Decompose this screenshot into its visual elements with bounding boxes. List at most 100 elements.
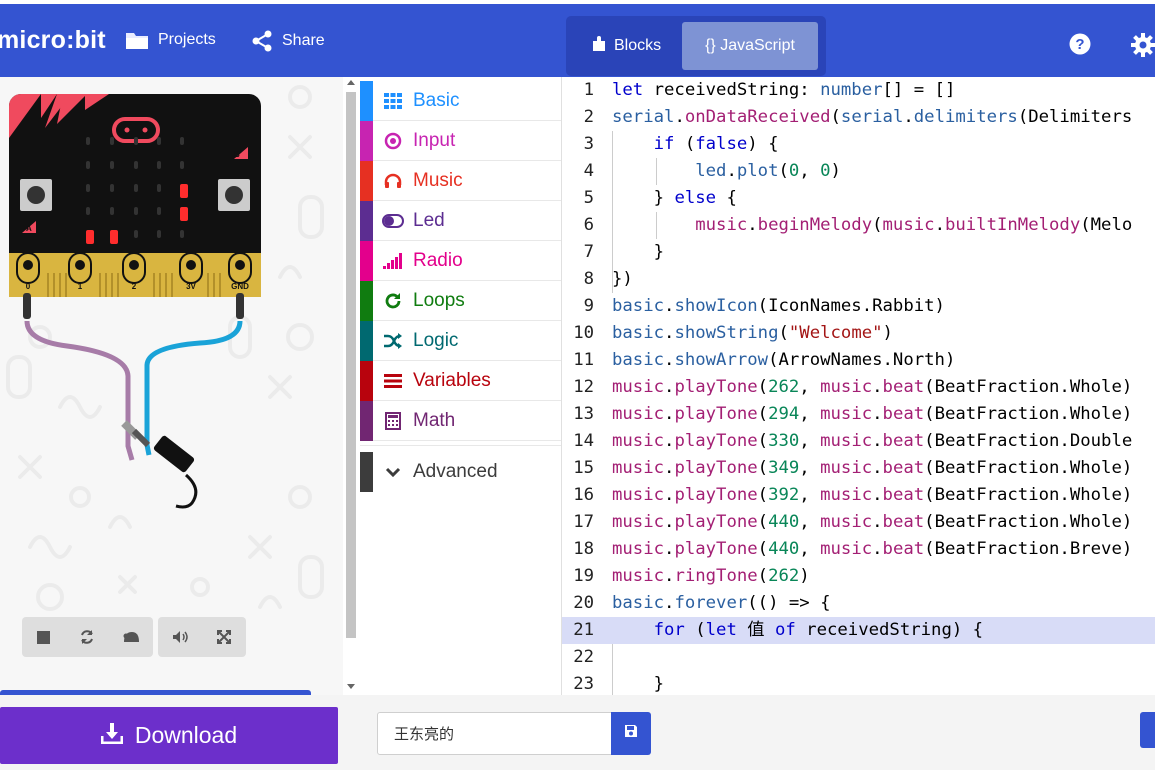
line-number: 22 (573, 647, 594, 667)
category-label: Advanced (413, 461, 498, 482)
headphones-icon (373, 173, 413, 189)
category-label: Math (413, 410, 456, 431)
grid-icon (373, 93, 413, 109)
puzzle-icon (592, 35, 606, 57)
toolbox-category-input[interactable]: Input (360, 121, 561, 161)
pin-1-label: 1 (78, 282, 83, 291)
code-line[interactable]: 1 let receivedString: number[] = [] (562, 77, 1155, 104)
target-icon (373, 132, 413, 150)
category-color-bar (360, 452, 373, 492)
code-line[interactable]: 8}) (562, 266, 1155, 293)
blocks-tab[interactable]: Blocks (578, 22, 688, 70)
gear-icon[interactable] (1131, 33, 1155, 62)
code-line[interactable]: 7 } (562, 239, 1155, 266)
line-number: 21 (573, 620, 594, 640)
code-line[interactable]: 23 } (562, 671, 1155, 695)
toolbox-category-music[interactable]: Music (360, 161, 561, 201)
code-editor[interactable]: 1 let receivedString: number[] = [] 2 seria… (561, 77, 1155, 695)
led-off (134, 161, 138, 169)
code-text: basic.showArrow(ArrowNames.North) (612, 350, 956, 370)
editor-toggle: Blocks {} JavaScript (566, 16, 826, 76)
code-line[interactable]: 14 music.playTone(330, music.beat(BeatFra… (562, 428, 1155, 455)
brand-logo[interactable]: micro:bit (0, 26, 106, 55)
slow-mo-icon[interactable] (120, 626, 142, 648)
code-line[interactable]: 13 music.playTone(294, music.beat(BeatFra… (562, 401, 1155, 428)
mute-icon[interactable] (169, 626, 191, 648)
simulator-scrollbar[interactable] (346, 92, 356, 638)
toolbox-category-math[interactable]: Math (360, 401, 561, 441)
javascript-label: {} JavaScript (705, 37, 795, 54)
led-off (86, 207, 90, 215)
code-text: } (612, 674, 665, 694)
led-off (157, 230, 161, 238)
code-line[interactable]: 6 music.beginMelody(music.builtInMelody(… (562, 212, 1155, 239)
led-off (134, 137, 138, 145)
save-icon (624, 724, 638, 743)
advanced-divider (360, 445, 561, 446)
code-line[interactable]: 9 basic.showIcon(IconNames.Rabbit) (562, 293, 1155, 320)
toolbox-category-basic[interactable]: Basic (360, 81, 561, 121)
undo-button[interactable] (1140, 712, 1155, 748)
led-off (180, 230, 184, 238)
code-line[interactable]: 2 serial.onDataReceived(serial.delimiters… (562, 104, 1155, 131)
code-line[interactable]: 10 basic.showString("Welcome") (562, 320, 1155, 347)
pin-gnd-label: GND (231, 282, 249, 291)
pin-3v-label: 3V (186, 282, 196, 291)
toggle-icon (373, 214, 413, 228)
toolbox-category-led[interactable]: Led (360, 201, 561, 241)
code-line[interactable]: 4 led.plot(0, 0) (562, 158, 1155, 185)
code-line[interactable]: 19 music.ringTone(262) (562, 563, 1155, 590)
toolbox-category-radio[interactable]: Radio (360, 241, 561, 281)
code-line[interactable]: 17 music.playTone(440, music.beat(BeatFra… (562, 509, 1155, 536)
code-line[interactable]: 5 } else { (562, 185, 1155, 212)
toolbox-category-advanced[interactable]: Advanced (360, 452, 561, 492)
line-number: 19 (573, 566, 594, 586)
code-line[interactable]: 11 basic.showArrow(ArrowNames.North) (562, 347, 1155, 374)
restart-icon[interactable] (76, 626, 98, 648)
led-off (134, 230, 138, 238)
scroll-up-arrow[interactable] (347, 80, 355, 85)
led-off (110, 161, 114, 169)
code-line[interactable]: 18 music.playTone(440, music.beat(BeatFra… (562, 536, 1155, 563)
javascript-tab[interactable]: {} JavaScript (682, 22, 818, 70)
microbit-board[interactable]: A B 0 1 2 3V GND (8, 93, 263, 513)
save-button[interactable] (611, 712, 651, 755)
project-name-input[interactable] (377, 712, 613, 755)
category-color-bar (360, 81, 373, 121)
help-circle-icon[interactable]: ? (1069, 33, 1091, 60)
code-text: } (612, 242, 665, 262)
code-line[interactable]: 15 music.playTone(349, music.beat(BeatFra… (562, 455, 1155, 482)
code-line[interactable]: 16 music.playTone(392, music.beat(BeatFra… (562, 482, 1155, 509)
category-color-bar (360, 121, 373, 161)
category-label: Input (413, 130, 456, 151)
line-number: 17 (573, 512, 594, 532)
category-color-bar (360, 361, 373, 401)
led-off (180, 161, 184, 169)
code-line[interactable]: 22 (562, 644, 1155, 671)
line-number: 5 (583, 188, 594, 208)
toolbox-category-loops[interactable]: Loops (360, 281, 561, 321)
projects-button[interactable]: Projects (125, 30, 216, 50)
toolbox-category-variables[interactable]: Variables (360, 361, 561, 401)
code-line[interactable]: 3 if (false) { (562, 131, 1155, 158)
stop-icon[interactable] (33, 626, 55, 648)
line-number: 8 (583, 269, 594, 289)
download-button[interactable]: Download (0, 707, 338, 764)
toolbox-category-logic[interactable]: Logic (360, 321, 561, 361)
code-line[interactable]: 12 music.playTone(262, music.beat(BeatFra… (562, 374, 1155, 401)
download-icon (100, 722, 124, 750)
code-line[interactable]: 20 basic.forever(() => { (562, 590, 1155, 617)
scroll-down-arrow[interactable] (347, 684, 355, 689)
code-text: for (let 值 of receivedString) { (653, 620, 984, 640)
fullscreen-icon[interactable] (213, 626, 235, 648)
share-button[interactable]: Share (251, 30, 325, 52)
line-number: 15 (573, 458, 594, 478)
led-off (86, 137, 90, 145)
category-color-bar (360, 161, 373, 201)
toolbox: Basic Input Music Led Radio Loops Logic Variabl… (360, 77, 561, 695)
simulator-controls (22, 617, 153, 657)
pin-0-label: 0 (26, 282, 31, 291)
simulator-panel: A B 0 1 2 3V GND (0, 77, 343, 695)
led-on (110, 230, 118, 244)
code-line-current[interactable]: 21 for (let 值 of receivedString) { (562, 617, 1155, 644)
